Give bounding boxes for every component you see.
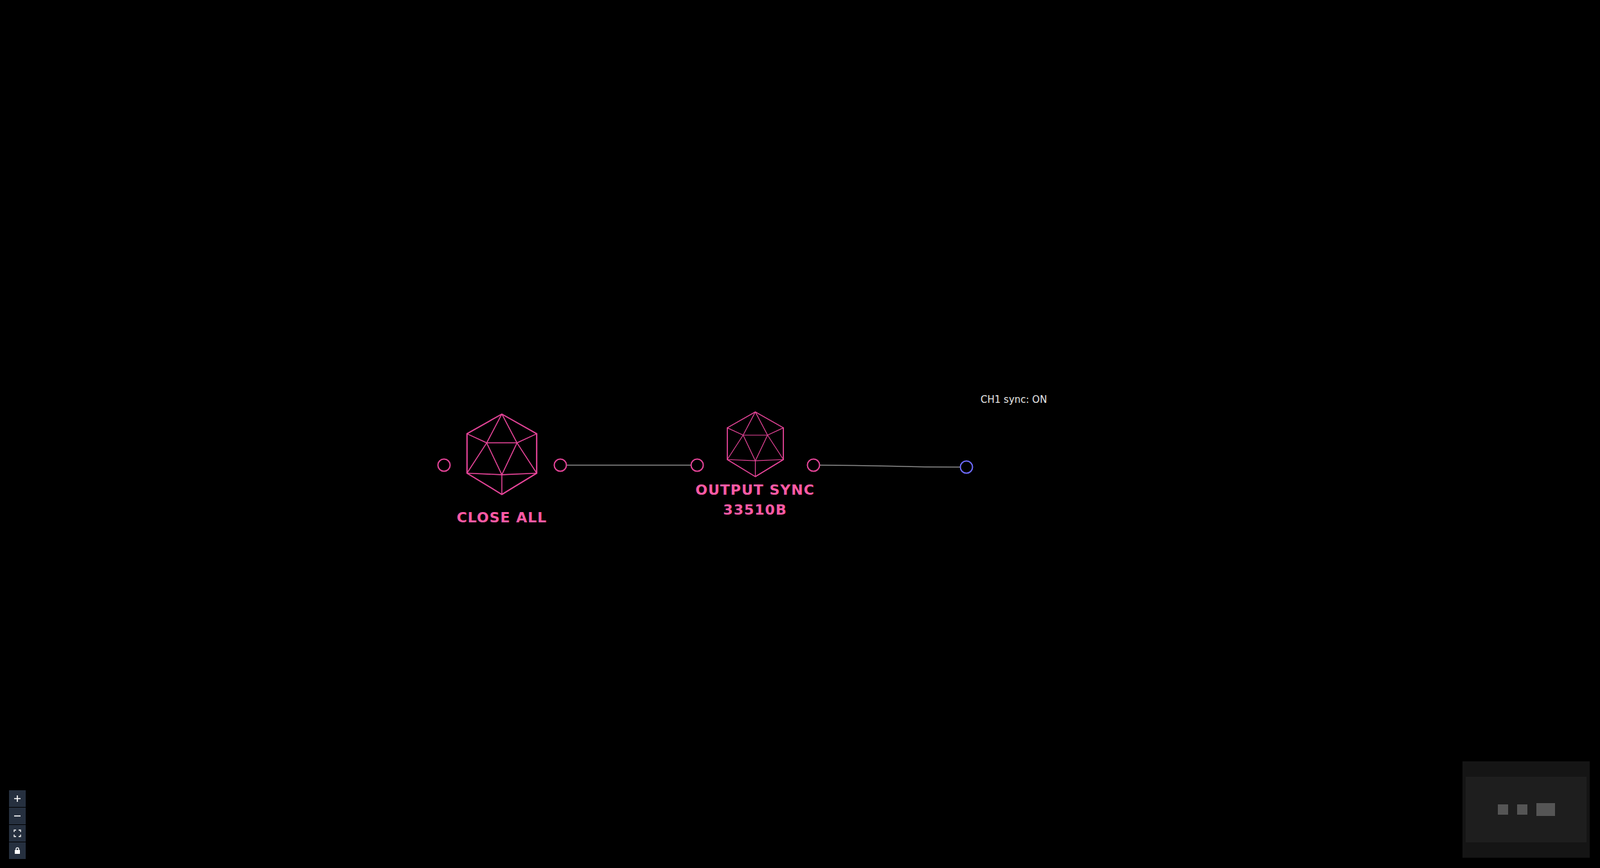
- node-label: OUTPUT SYNC33510B: [695, 480, 815, 520]
- plus-icon: [13, 794, 22, 803]
- zoom-out-button[interactable]: [8, 807, 26, 825]
- input-port[interactable]: [437, 458, 452, 473]
- edge[interactable]: [566, 464, 691, 466]
- edge[interactable]: [819, 465, 960, 468]
- minimap-viewport: [1465, 776, 1587, 843]
- icosahedron-icon: [463, 412, 540, 497]
- fit-view-button[interactable]: [8, 825, 26, 842]
- flow-canvas[interactable]: CLOSE ALL OUTPUT SYNC33510B CH1 sync: ON: [0, 0, 1600, 868]
- minimap-node: [1517, 804, 1528, 815]
- fit-view-icon: [13, 829, 22, 838]
- input-port[interactable]: [690, 458, 705, 473]
- terminal-port[interactable]: [960, 460, 974, 475]
- minimap[interactable]: [1462, 761, 1590, 858]
- lock-button[interactable]: [8, 842, 26, 860]
- output-port[interactable]: [807, 458, 821, 473]
- lock-icon: [13, 846, 22, 855]
- minimap-node: [1497, 804, 1509, 815]
- edge-layer: [0, 0, 1600, 868]
- node-label: CLOSE ALL: [456, 507, 548, 528]
- icosahedron-icon: [724, 410, 786, 479]
- terminal-annotation: CH1 sync: ON: [980, 393, 1047, 406]
- minimap-node: [1536, 803, 1556, 817]
- minus-icon: [13, 812, 22, 820]
- zoom-in-button[interactable]: [8, 790, 26, 808]
- output-port[interactable]: [553, 458, 568, 473]
- zoom-controls: [8, 790, 26, 860]
